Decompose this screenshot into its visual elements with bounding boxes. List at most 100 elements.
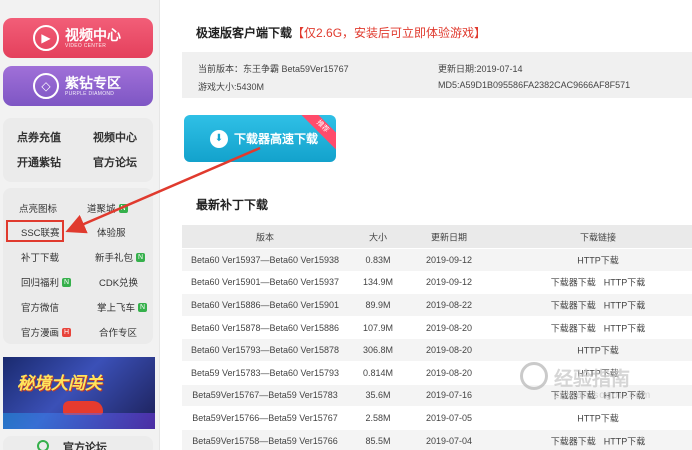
new-badge: N xyxy=(136,252,146,262)
cell-links: HTTP下载 xyxy=(508,411,688,424)
link-label: 体验服 xyxy=(97,228,126,239)
table-header: 版本 大小 更新日期 下载链接 xyxy=(182,225,692,249)
cell-date: 2019-09-12 xyxy=(425,254,473,265)
http-download-link[interactable]: HTTP下载 xyxy=(577,368,619,378)
downloader-download-link[interactable]: 下载器下载 xyxy=(551,323,596,333)
cell-version: Beta60 Ver15901—Beta60 Ver15937 xyxy=(190,277,340,288)
downloader-download-link[interactable]: 下载器下载 xyxy=(551,278,596,288)
link-cdk-redeem[interactable]: CDK兑换 xyxy=(99,275,138,289)
promo-banner[interactable]: 秘境大闯关 xyxy=(3,357,155,429)
header-date: 更新日期 xyxy=(430,232,467,242)
cell-size: 0.83M xyxy=(365,254,391,265)
header-size: 大小 xyxy=(368,232,387,242)
link-mobile-app[interactable]: 掌上飞车 N xyxy=(97,300,148,314)
downloader-download-link[interactable]: 下载器下载 xyxy=(551,436,596,446)
cell-version: Beta59Ver15758—Beta59 Ver15766 xyxy=(192,435,338,446)
link-newbie-gift[interactable]: 新手礼包 N xyxy=(95,250,146,264)
patch-table: 版本 大小 更新日期 下载链接 Beta60 Ver15937—Beta60 V… xyxy=(182,225,692,450)
link-return-bonus[interactable]: 回归福利 N xyxy=(21,275,72,289)
table-row: Beta60 Ver15793—Beta60 Ver15878 306.8M 201… xyxy=(182,339,692,362)
cell-date: 2019-09-12 xyxy=(425,277,473,288)
link-label: 合作专区 xyxy=(99,328,138,339)
link-patch-download[interactable]: 补丁下载 xyxy=(21,250,59,264)
cell-size: 306.8M xyxy=(362,345,394,356)
header-version: 版本 xyxy=(255,232,274,242)
downloader-button[interactable]: ⬇ 下载器高速下载 推荐 xyxy=(184,115,336,162)
table-row: Beta60 Ver15878—Beta60 Ver15886 107.9M 201… xyxy=(182,317,692,340)
cell-date: 2019-08-22 xyxy=(425,299,473,310)
cell-version: Beta59 Ver15783—Beta60 Ver15793 xyxy=(190,367,340,378)
http-download-link[interactable]: HTTP下载 xyxy=(577,413,619,423)
link-daojucheng[interactable]: 道聚城 N xyxy=(87,201,128,215)
link-recharge[interactable]: 点券充值 xyxy=(17,129,61,145)
cell-links: 下载器下载 HTTP下载 xyxy=(508,321,688,334)
link-label: 点亮图标 xyxy=(19,204,58,215)
new-badge: N xyxy=(62,277,72,287)
client-download-heading: 极速版客户端下载【仅2.6G，安装后可立即体验游戏】 xyxy=(196,24,486,41)
link-label: CDK兑换 xyxy=(99,278,139,289)
link-label: 道聚城 xyxy=(87,204,116,215)
cell-version: Beta59Ver15767—Beta59 Ver15783 xyxy=(192,390,338,401)
table-row: Beta59 Ver15783—Beta60 Ver15793 0.814M 201… xyxy=(182,362,692,385)
link-label: 官方漫画 xyxy=(21,328,60,339)
cell-date: 2019-08-20 xyxy=(425,367,473,378)
downloader-download-link[interactable]: 下载器下载 xyxy=(551,300,596,310)
banner-glow xyxy=(3,413,155,429)
cell-size: 35.6M xyxy=(365,390,391,401)
cell-links: 下载器下载 HTTP下载 xyxy=(508,434,688,447)
cell-date: 2019-08-20 xyxy=(425,345,473,356)
table-row: Beta59Ver15767—Beta59 Ver15783 35.6M 2019-… xyxy=(182,384,692,408)
table-body: Beta60 Ver15937—Beta60 Ver15938 0.83M 2019… xyxy=(182,249,692,450)
size-info: 游戏大小:5430M xyxy=(198,82,265,92)
cell-links: HTTP下载 xyxy=(508,344,688,357)
http-download-link[interactable]: HTTP下载 xyxy=(604,391,646,401)
video-center-subtitle: VIDEO CENTER xyxy=(65,42,107,49)
cell-links: 下载器下载 HTTP下载 xyxy=(508,389,688,402)
cell-version: Beta60 Ver15937—Beta60 Ver15938 xyxy=(190,254,340,265)
cell-size: 2.58M xyxy=(365,412,391,423)
link-forum[interactable]: 官方论坛 xyxy=(93,154,137,170)
cell-links: HTTP下载 xyxy=(508,366,688,379)
table-row: Beta60 Ver15937—Beta60 Ver15938 0.83M 2019… xyxy=(182,249,692,272)
video-center-title: 视频中心 xyxy=(65,26,121,43)
http-download-link[interactable]: HTTP下载 xyxy=(604,436,646,446)
version-info: 当前版本：东王争霸 Beta59Ver15767 xyxy=(198,64,349,74)
link-partner-zone[interactable]: 合作专区 xyxy=(99,325,137,339)
cell-links: 下载器下载 HTTP下载 xyxy=(508,276,688,289)
cell-links: 下载器下载 HTTP下载 xyxy=(508,298,688,311)
cell-date: 2019-07-05 xyxy=(425,412,473,423)
link-video-center[interactable]: 视频中心 xyxy=(93,129,137,145)
cell-version: Beta60 Ver15878—Beta60 Ver15886 xyxy=(190,322,340,333)
link-light-icon[interactable]: 点亮图标 xyxy=(19,201,57,215)
client-download-title: 极速版客户端下载 xyxy=(196,26,293,40)
link-label: 补丁下载 xyxy=(21,253,60,264)
link-label: 官方微信 xyxy=(21,303,60,314)
play-icon: ▶ xyxy=(33,25,59,51)
link-wechat[interactable]: 官方微信 xyxy=(21,300,59,314)
update-info: 更新日期:2019-07-14 xyxy=(438,64,523,74)
http-download-link[interactable]: HTTP下载 xyxy=(604,300,646,310)
new-badge: N xyxy=(138,302,148,312)
video-center-button[interactable]: ▶ 视频中心 VIDEO CENTER xyxy=(3,18,153,58)
purple-diamond-button[interactable]: ◇ 紫钻专区 PURPLE DIAMOND xyxy=(3,66,153,106)
cell-version: Beta59Ver15766—Beta59 Ver15767 xyxy=(192,412,338,423)
link-label: 掌上飞车 xyxy=(97,303,136,314)
link-open-purple[interactable]: 开通紫钻 xyxy=(17,154,61,170)
link-test-server[interactable]: 体验服 xyxy=(97,225,126,239)
main-content: 极速版客户端下载【仅2.6G，安装后可立即体验游戏】 当前版本：东王争霸 Bet… xyxy=(180,0,692,450)
forum-icon xyxy=(37,440,49,450)
forum-label: 官方论坛 xyxy=(63,442,107,450)
downloader-download-link[interactable]: 下载器下载 xyxy=(551,391,596,401)
cell-date: 2019-08-20 xyxy=(425,322,473,333)
http-download-link[interactable]: HTTP下载 xyxy=(604,323,646,333)
client-download-note: 【仅2.6G，安装后可立即体验游戏】 xyxy=(292,26,487,40)
forum-box[interactable]: 官方论坛 xyxy=(3,436,153,450)
http-download-link[interactable]: HTTP下载 xyxy=(577,255,619,265)
banner-title: 秘境大闯关 xyxy=(17,374,102,393)
link-comics[interactable]: 官方漫画 H xyxy=(21,325,72,339)
link-label: 新手礼包 xyxy=(95,253,134,264)
cell-links: HTTP下载 xyxy=(508,253,688,266)
md5-info: MD5:A59D1B095586FA2382CAC9666AF8F571 xyxy=(438,80,631,90)
http-download-link[interactable]: HTTP下载 xyxy=(577,346,619,356)
http-download-link[interactable]: HTTP下载 xyxy=(604,278,646,288)
